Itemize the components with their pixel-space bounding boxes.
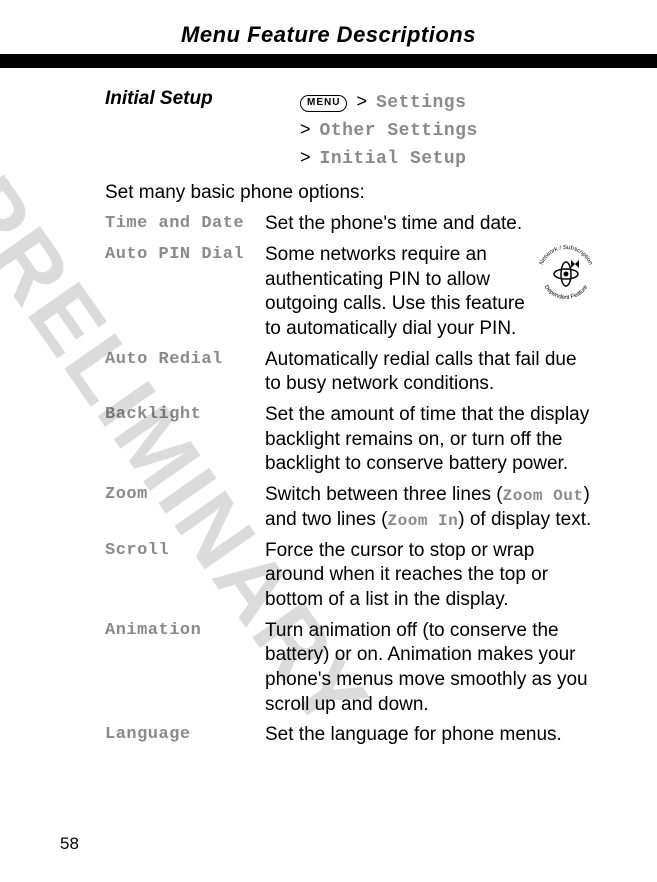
options-list: Time and Date Set the phone's time and d… — [105, 212, 597, 748]
svg-text:Network / Subscription: Network / Subscription — [539, 245, 593, 266]
breadcrumb-sep-1: > — [300, 119, 311, 139]
page-number: 58 — [60, 834, 79, 854]
option-desc-part: Switch between three lines ( — [265, 484, 503, 505]
option-row: Auto Redial Automatically redial calls t… — [105, 348, 597, 397]
option-desc-mono: Zoom In — [388, 512, 459, 530]
option-label: Animation — [105, 619, 265, 640]
option-row: Scroll Force the cursor to stop or wrap … — [105, 539, 597, 613]
option-row: Language Set the language for phone menu… — [105, 723, 597, 748]
option-desc-part: ) of display text. — [458, 509, 591, 530]
breadcrumb-item-2: Initial Setup — [320, 149, 467, 169]
option-desc-mono: Zoom Out — [503, 487, 584, 505]
network-dependent-icon: Network / Subscription Dependent Feature — [535, 243, 597, 305]
menu-key-icon: MENU — [300, 95, 347, 112]
option-label: Backlight — [105, 403, 265, 424]
option-label: Scroll — [105, 539, 265, 560]
header-title: Menu Feature Descriptions — [60, 18, 597, 54]
option-label: Time and Date — [105, 212, 265, 233]
intro-text: Set many basic phone options: — [105, 182, 597, 204]
option-label: Auto PIN Dial — [105, 243, 265, 264]
option-desc: Set the language for phone menus. — [265, 723, 597, 748]
option-desc: Set the phone's time and date. — [265, 212, 597, 237]
page-header: Menu Feature Descriptions — [60, 18, 597, 68]
breadcrumb-item-0: Settings — [376, 93, 466, 113]
option-row: Auto PIN Dial Network / Subscription Dep… — [105, 243, 597, 342]
option-desc: Switch between three lines (Zoom Out) an… — [265, 483, 597, 532]
option-desc-text: Some networks require an authenticating … — [265, 244, 525, 339]
option-desc: Force the cursor to stop or wrap around … — [265, 539, 597, 613]
option-label: Zoom — [105, 483, 265, 504]
content: Initial Setup MENU > Settings > Other Se… — [105, 88, 597, 748]
breadcrumb-item-1: Other Settings — [320, 121, 478, 141]
option-desc: Set the amount of time that the display … — [265, 403, 597, 477]
section-title: Initial Setup — [105, 88, 300, 110]
option-label: Language — [105, 723, 265, 744]
option-label: Auto Redial — [105, 348, 265, 369]
option-row: Backlight Set the amount of time that th… — [105, 403, 597, 477]
breadcrumb-sep-2: > — [300, 147, 311, 167]
option-desc: Network / Subscription Dependent Feature… — [265, 243, 597, 342]
option-row: Animation Turn animation off (to conserv… — [105, 619, 597, 718]
breadcrumb: MENU > Settings > Other Settings > Initi… — [300, 88, 478, 172]
option-row: Zoom Switch between three lines (Zoom Ou… — [105, 483, 597, 532]
option-desc: Automatically redial calls that fail due… — [265, 348, 597, 397]
header-underline — [0, 54, 657, 68]
breadcrumb-sep-0: > — [356, 91, 367, 111]
option-row: Time and Date Set the phone's time and d… — [105, 212, 597, 237]
option-desc: Turn animation off (to conserve the batt… — [265, 619, 597, 718]
